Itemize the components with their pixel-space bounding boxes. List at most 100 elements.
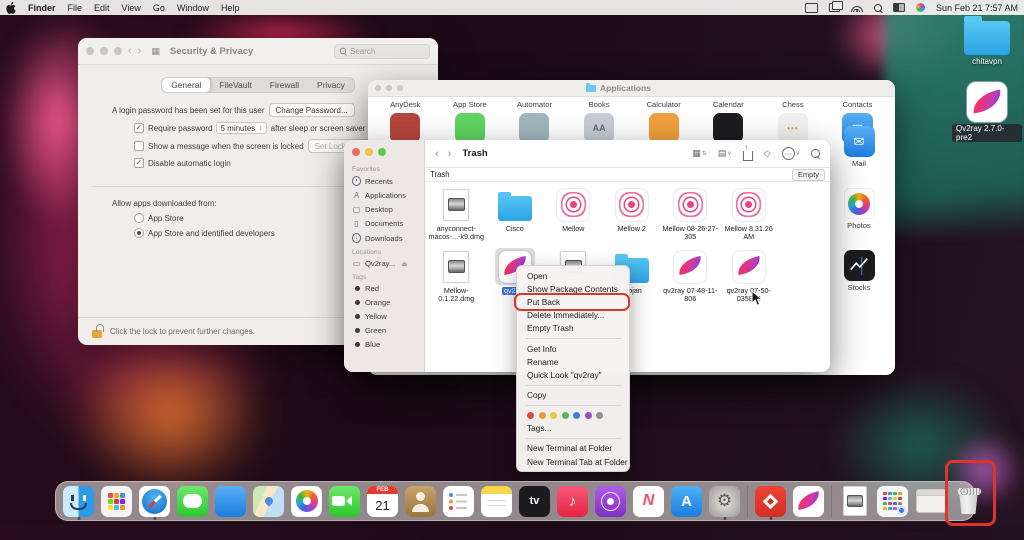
app-label-calendar[interactable]: Calendar [713, 100, 744, 109]
books-app-icon[interactable]: AA [584, 113, 614, 143]
more-icon[interactable]: ⋯∨ [782, 147, 800, 160]
sidebar-item-orange[interactable]: Orange [352, 298, 424, 307]
empty-trash-button[interactable]: Empty [792, 169, 825, 181]
menu-item-putback[interactable]: Put Back [517, 295, 629, 308]
zoom-button[interactable] [378, 148, 386, 156]
menu-item-go[interactable]: Go [153, 3, 165, 13]
sidebar-item-downloads[interactable]: ↓Downloads [352, 233, 424, 243]
forward-icon[interactable]: › [138, 45, 142, 57]
tab-privacy[interactable]: Privacy [308, 78, 354, 92]
file-mellow082627305[interactable]: Mellow 08-26-27-305 [661, 186, 720, 242]
sidebar-item-applications[interactable]: AApplications [352, 191, 424, 200]
desktop-icon-chitavpn[interactable]: chitavpn [952, 16, 1022, 66]
identified-developers-radio[interactable] [134, 228, 144, 238]
menu-item-newterminaltabatfolder[interactable]: New Terminal Tab at Folder [517, 455, 629, 468]
dock-item-mail[interactable] [215, 482, 246, 520]
menu-item-edit[interactable]: Edit [94, 3, 110, 13]
file-mellow2[interactable]: Mellow 2 [603, 186, 662, 242]
menu-item-emptytrash[interactable]: Empty Trash [517, 322, 629, 335]
dock-item-photos[interactable] [291, 482, 322, 520]
apple-logo-icon[interactable] [6, 2, 16, 14]
zoom-button[interactable] [397, 85, 403, 91]
menu-bar-clock[interactable]: Sun Feb 21 7:57 AM [936, 3, 1018, 13]
menu-item-window[interactable]: Window [177, 3, 209, 13]
close-button[interactable] [352, 148, 360, 156]
menu-item-getinfo[interactable]: Get Info [517, 342, 629, 355]
calculator-app-icon[interactable] [649, 113, 679, 143]
dock-item-notes[interactable] [481, 482, 512, 520]
dock-item-trashfull[interactable] [953, 482, 984, 520]
dock-item-prefs[interactable]: ⚙ [709, 482, 740, 520]
zoom-button[interactable] [114, 47, 122, 55]
file-qv2ray074811806[interactable]: qv2ray 07-48-11-806 [661, 248, 720, 304]
group-icon[interactable]: ▤∨ [718, 148, 732, 159]
dock-item-music[interactable]: ♪ [557, 482, 588, 520]
show-message-checkbox[interactable] [134, 141, 144, 151]
file-mellow0122dmg[interactable]: Mellow-0.1.22.dmg [427, 248, 486, 304]
sidebar-item-qv2ray[interactable]: ▭Qv2ray...⏏ [352, 259, 424, 268]
app-label-automator[interactable]: Automator [517, 100, 552, 109]
menu-item-rename[interactable]: Rename [517, 355, 629, 368]
menu-item-deleteimmediately[interactable]: Delete Immediately... [517, 309, 629, 322]
dock-item-launchpad[interactable] [101, 482, 132, 520]
dock-item-finder[interactable] [63, 482, 94, 520]
tag-color-dot[interactable] [527, 412, 534, 419]
app-label-anydesk[interactable]: AnyDesk [390, 100, 420, 109]
dock-item-dmgfile[interactable] [839, 482, 870, 520]
sidebar-item-desktop[interactable]: ▢Desktop [352, 205, 424, 214]
calendar-app-icon[interactable] [713, 113, 743, 143]
tag-color-dot[interactable] [539, 412, 546, 419]
sidebar-item-green[interactable]: Green [352, 326, 424, 335]
dock-item-podcasts[interactable] [595, 482, 626, 520]
file-anyconnectmacosk9dmg[interactable]: anyconnect-macos-...-k9.dmg [427, 186, 486, 242]
back-icon[interactable]: ‹ [435, 148, 439, 160]
app-photos[interactable]: Photos [844, 188, 875, 230]
app-stocks[interactable]: Stocks [844, 250, 875, 292]
automator-app-icon[interactable] [519, 113, 549, 143]
search-field[interactable]: Search [334, 44, 430, 59]
file-qv2ray0750035892[interactable]: qv2ray 07-50-035892 [720, 248, 779, 304]
search-icon[interactable] [811, 149, 820, 158]
app-label-contacts[interactable]: Contacts [842, 100, 872, 109]
tag-color-dot[interactable] [562, 412, 569, 419]
sidebar-item-red[interactable]: Red [352, 284, 424, 293]
app-label-books[interactable]: Books [589, 100, 610, 109]
menu-item-open[interactable]: Open [517, 269, 629, 282]
dock-item-tv[interactable]: tv [519, 482, 550, 520]
file-cisco[interactable]: Cisco [486, 186, 545, 242]
dock-item-contacts[interactable] [405, 482, 436, 520]
dock-item-news[interactable]: N [633, 482, 664, 520]
sidebar-item-yellow[interactable]: Yellow [352, 312, 424, 321]
sidebar-item-blue[interactable]: Blue [352, 340, 424, 349]
tab-general[interactable]: General [161, 77, 211, 93]
eject-icon[interactable]: ⏏ [401, 260, 407, 268]
app-label-app-store[interactable]: App Store [453, 100, 487, 109]
dock-item-maps[interactable] [253, 482, 284, 520]
menu-item-finder[interactable]: Finder [28, 3, 56, 13]
chess-app-icon[interactable]: ••• [778, 113, 808, 143]
keyboard-icon[interactable] [893, 3, 905, 12]
tag-color-dot[interactable] [550, 412, 557, 419]
wifi-icon[interactable] [851, 3, 863, 12]
dock-item-anydesk[interactable] [755, 482, 786, 520]
menu-item-view[interactable]: View [122, 3, 141, 13]
app-label-calculator[interactable]: Calculator [647, 100, 681, 109]
menu-item-help[interactable]: Help [221, 3, 240, 13]
dock-item-qv2ray[interactable] [793, 482, 824, 520]
tag-icon[interactable]: ◇ [764, 148, 771, 159]
sidebar-item-documents[interactable]: ▯Documents [352, 219, 424, 228]
menu-item-copy[interactable]: Copy [517, 389, 629, 402]
tab-firewall[interactable]: Firewall [261, 78, 308, 92]
change-password-button[interactable]: Change Password... [269, 103, 355, 117]
tab-filevault[interactable]: FileVault [210, 78, 260, 92]
tag-color-dot[interactable] [596, 412, 603, 419]
interval-dropdown[interactable]: 5 minutes↕ [216, 122, 266, 134]
tag-color-dot[interactable] [585, 412, 592, 419]
windows-icon[interactable] [829, 3, 840, 12]
disable-auto-login-checkbox[interactable] [134, 158, 144, 168]
app-label-chess[interactable]: Chess [782, 100, 804, 109]
dock-item-safari[interactable] [139, 482, 170, 520]
display-icon[interactable] [805, 3, 818, 13]
anydesk-app-icon[interactable] [390, 113, 420, 143]
file-mellow83126am[interactable]: Mellow 8.31.26 AM [720, 186, 779, 242]
